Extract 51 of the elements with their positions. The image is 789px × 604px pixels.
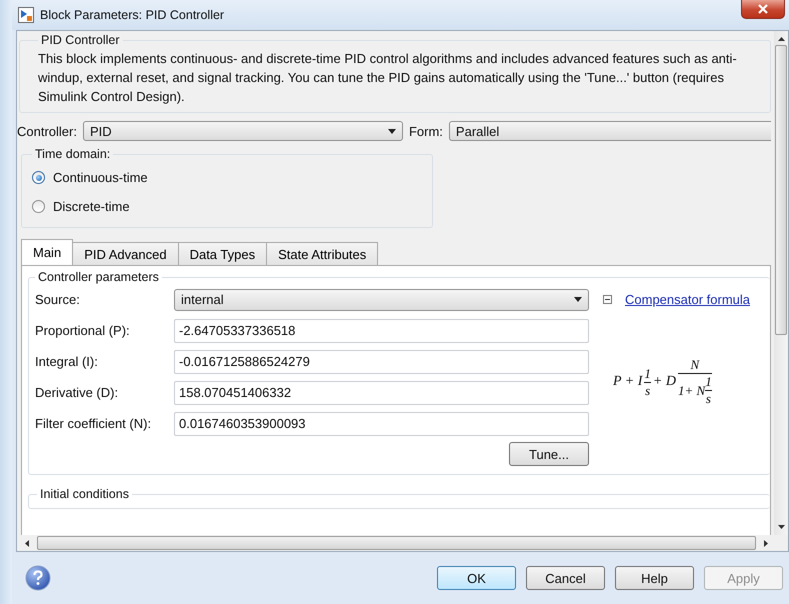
formula-text: + D (652, 374, 676, 390)
tab[interactable]: Data Types (178, 242, 268, 265)
radio-option[interactable]: Discrete-time (32, 192, 424, 221)
dialog-button[interactable]: OK (437, 566, 516, 590)
field-label: Controller: (17, 124, 77, 138)
formula-text: s (645, 382, 650, 398)
formula-text: P + I (613, 374, 642, 390)
block-icon (18, 7, 34, 23)
group-title: PID Controller (40, 33, 120, 47)
field-label: Derivative (D): (35, 385, 120, 400)
formula-text: 1 (644, 366, 651, 382)
scroll-up-icon[interactable] (778, 37, 784, 41)
group-title: Initial conditions (39, 487, 130, 501)
input-field[interactable]: 158.070451406332 (174, 380, 589, 404)
scroll-left-icon[interactable] (25, 540, 29, 546)
group-title: Controller parameters (37, 270, 160, 284)
caret-icon (388, 128, 396, 134)
help-icon[interactable] (25, 565, 51, 591)
form-dropdown[interactable]: Parallel (448, 121, 771, 141)
window-title: Block Parameters: PID Controller (40, 8, 224, 22)
vertical-scrollbar[interactable] (774, 31, 788, 535)
field-label: Filter coefficient (N): (35, 416, 152, 431)
tune-button[interactable]: Tune... (509, 442, 589, 466)
source-dropdown[interactable]: internal (174, 288, 589, 310)
formula-text: 1+ N (678, 382, 706, 398)
scroll-down-icon[interactable] (778, 525, 784, 529)
close-button[interactable] (741, 0, 785, 19)
field-label: Integral (I): (35, 354, 99, 369)
controller-dropdown[interactable]: PID (82, 121, 403, 141)
close-icon (757, 4, 769, 14)
description-text: This block implements continuous- and discrete-time PID control algorithms and includes advanced features such as anti-windup, external reset, and signal tracking. You can tune the PID gains automatically using the 'Tune...' button (requires Simulink Control Design). (38, 50, 738, 106)
collapse-icon[interactable] (603, 295, 612, 304)
field-label: Form: (408, 124, 443, 138)
dialog-button[interactable]: Cancel (526, 566, 605, 590)
formula-text: N (690, 357, 700, 373)
field-label: Source: (35, 292, 81, 307)
input-field[interactable]: 0.0167460353900093 (174, 412, 589, 436)
scroll-right-icon[interactable] (764, 540, 768, 546)
tab[interactable]: State Attributes (266, 242, 378, 265)
input-field[interactable]: -0.0167125886524279 (174, 350, 589, 374)
radio-option[interactable]: Continuous-time (32, 163, 424, 192)
link[interactable]: Compensator formula (625, 292, 750, 307)
dialog-button[interactable]: Help (615, 566, 694, 590)
field-label: Proportional (P): (35, 323, 131, 338)
tab[interactable]: Main (21, 239, 74, 265)
input-field[interactable]: -2.64705337336518 (174, 318, 589, 342)
tab[interactable]: PID Advanced (72, 242, 179, 265)
caret-icon (574, 297, 582, 302)
group-title: Time domain: (34, 147, 112, 161)
formula-text: s (706, 391, 711, 407)
formula-text: 1 (705, 374, 712, 389)
